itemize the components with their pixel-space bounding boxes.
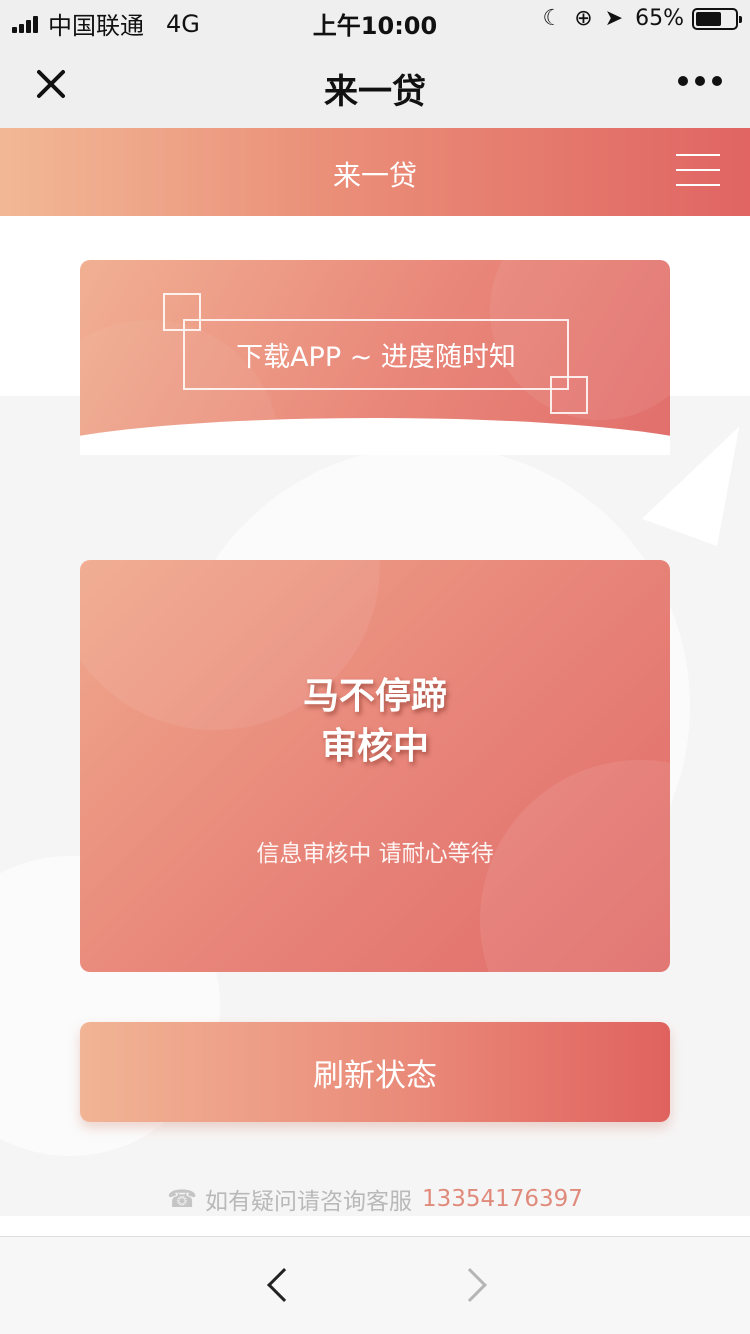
back-arrow-icon[interactable]: [267, 1268, 301, 1302]
page-title: 来一贷: [332, 159, 417, 192]
headline-line-2: 审核中: [320, 726, 429, 767]
menu-icon[interactable]: [676, 154, 720, 188]
moon-icon: ☾: [542, 6, 563, 31]
status-headline: 马不停蹄 审核中: [80, 672, 670, 772]
browser-toolbar: [0, 1236, 750, 1334]
location-arrow-icon: ➤: [604, 6, 624, 31]
review-status-card: 马不停蹄 审核中 信息审核中 请耐心等待: [80, 560, 670, 972]
download-app-text: 下载APP ~ 进度随时知: [236, 342, 516, 373]
status-bar: 中国联通 4G 上午10:00 ☾ ⊕ ➤ 65%: [0, 0, 750, 40]
contact-phone-link[interactable]: 13354176397: [422, 1186, 583, 1212]
battery-icon: [692, 7, 742, 30]
download-app-banner[interactable]: 下载APP ~ 进度随时知: [80, 260, 670, 455]
refresh-status-button[interactable]: 刷新状态: [80, 1022, 670, 1122]
battery-fill: [696, 11, 721, 26]
status-subtitle: 信息审核中 请耐心等待: [256, 841, 494, 867]
nav-title: 来一贷: [324, 72, 426, 112]
status-right: ☾ ⊕ ➤ 65%: [530, 6, 742, 31]
page-header: 来一贷: [0, 128, 750, 216]
rotation-lock-icon: ⊕: [574, 6, 593, 31]
more-icon[interactable]: [671, 76, 722, 86]
contact-text: 如有疑问请咨询客服: [204, 1189, 412, 1215]
contact-info: ☎ 如有疑问请咨询客服 13354176397: [0, 1182, 750, 1216]
download-app-frame[interactable]: 下载APP ~ 进度随时知: [183, 319, 569, 390]
headline-line-1: 马不停蹄: [302, 676, 447, 717]
nav-bar: 来一贷: [0, 40, 750, 128]
frame-corner-square: [163, 293, 201, 331]
forward-arrow-icon[interactable]: [453, 1268, 487, 1302]
phone-icon: ☎: [167, 1185, 197, 1213]
frame-corner-square: [550, 376, 588, 414]
battery-percent: 65%: [635, 6, 684, 31]
